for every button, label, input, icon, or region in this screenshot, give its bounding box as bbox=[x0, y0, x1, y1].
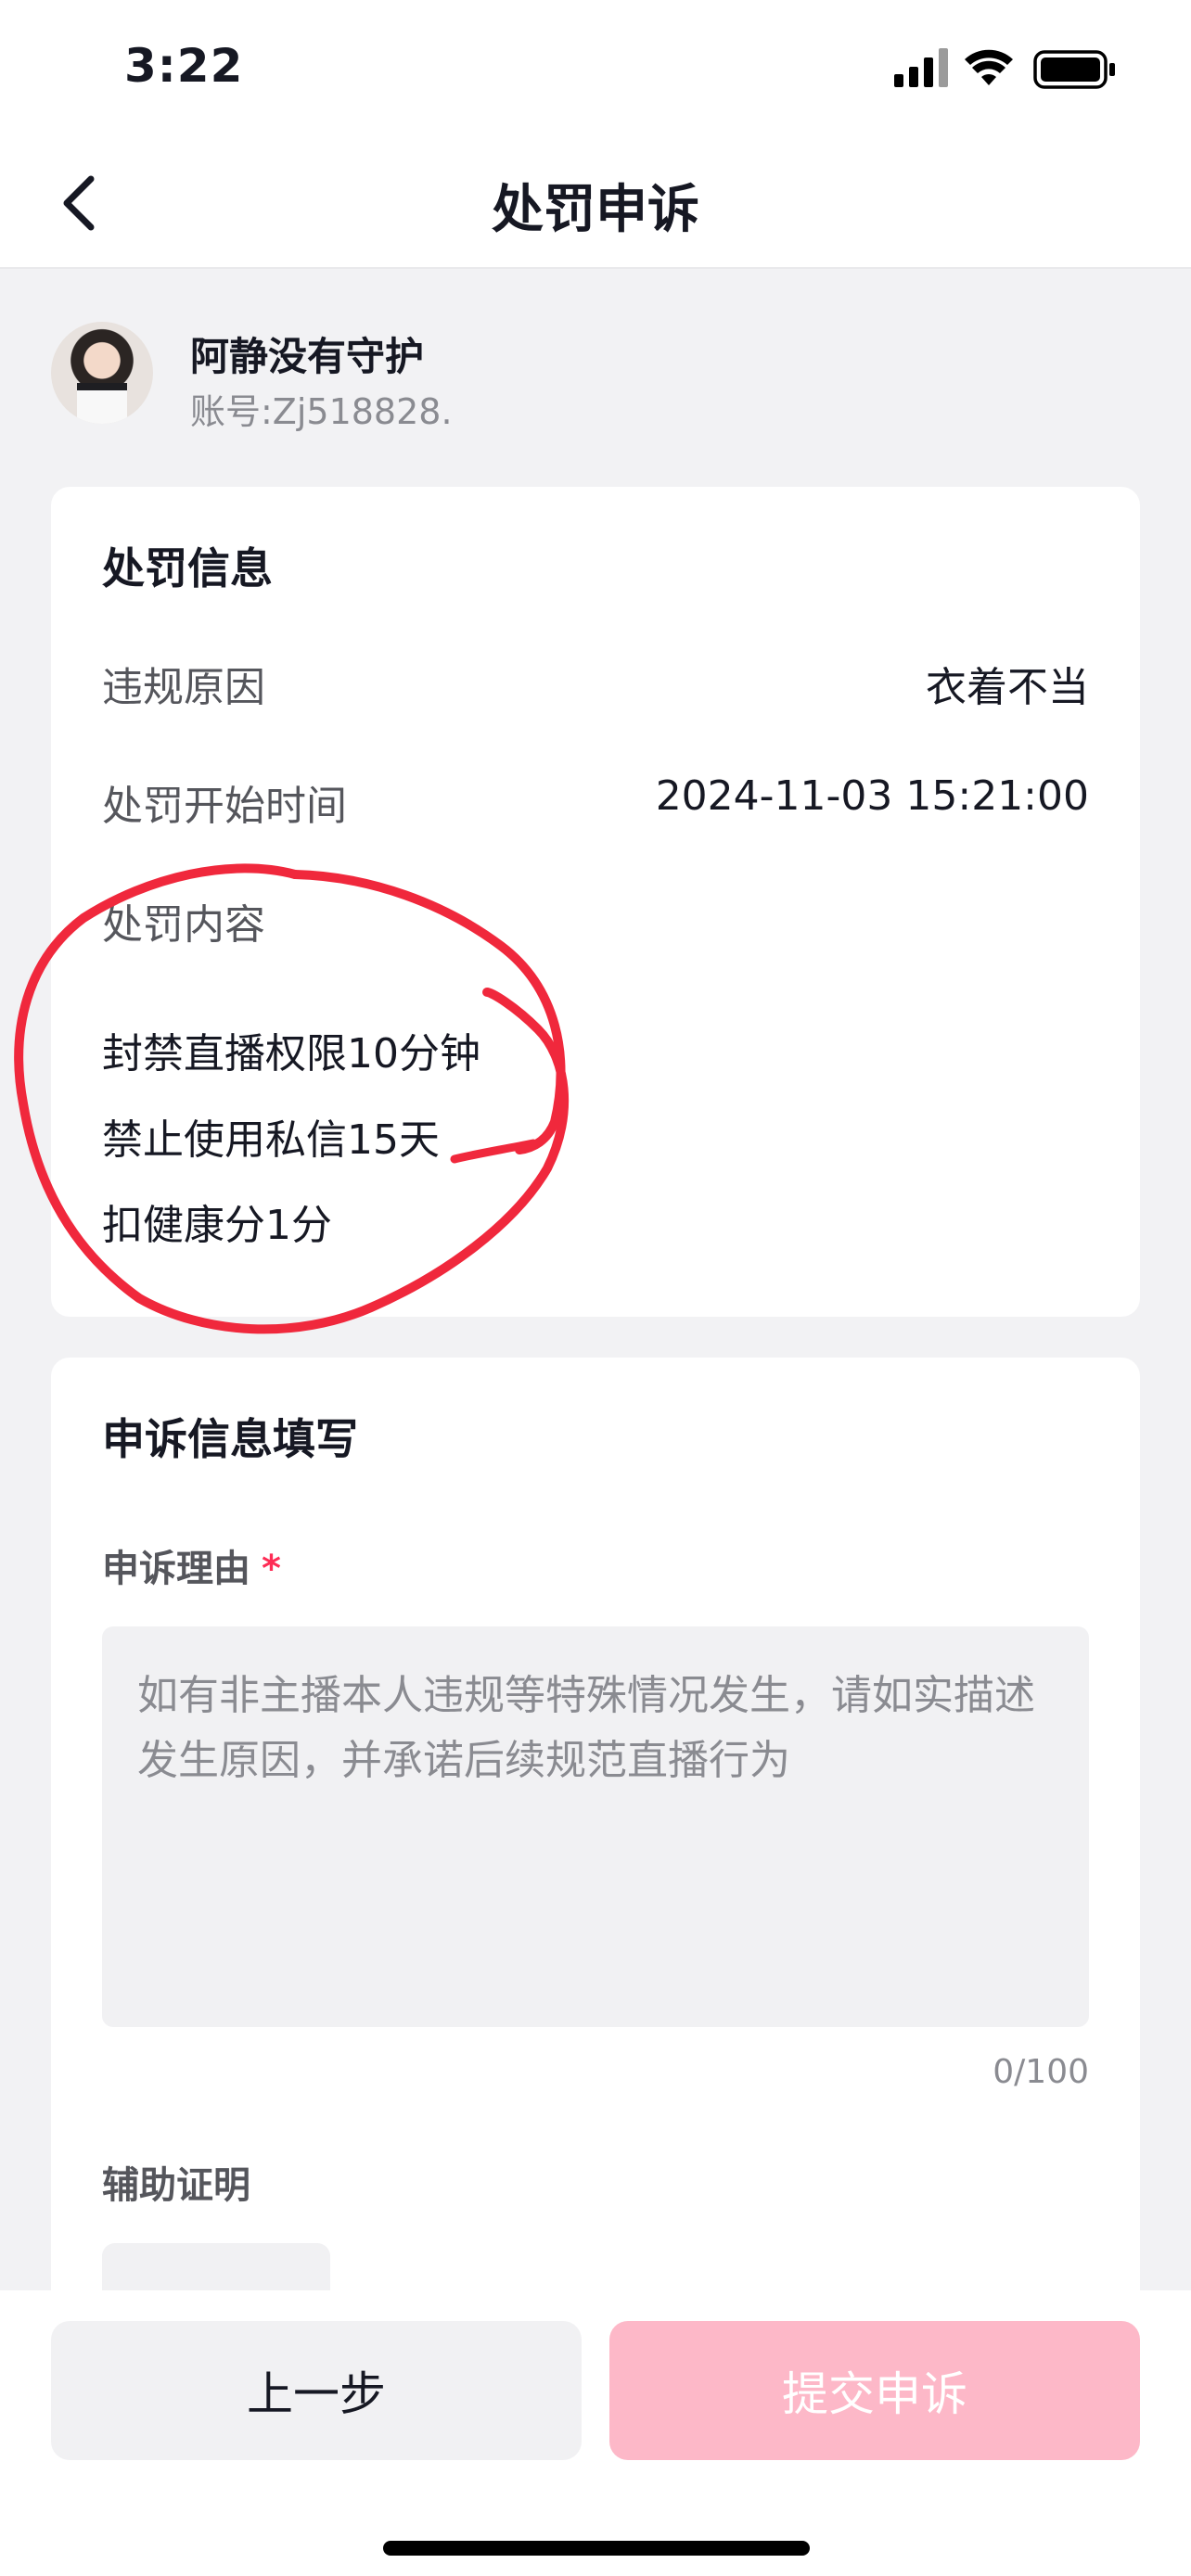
battery-icon bbox=[1033, 50, 1115, 89]
previous-step-button[interactable]: 上一步 bbox=[51, 2321, 582, 2460]
penalty-content-label: 处罚内容 bbox=[102, 901, 265, 949]
required-mark: * bbox=[262, 1548, 281, 1590]
penalty-item: 扣健康分1分 bbox=[102, 1202, 332, 1249]
penalty-item: 禁止使用私信15天 bbox=[102, 1116, 440, 1164]
bottom-action-bar: 上一步 提交申诉 bbox=[0, 2290, 1191, 2576]
cellular-signal-icon bbox=[894, 48, 948, 87]
penalty-start-value: 2024-11-03 15:21:00 bbox=[655, 772, 1089, 820]
penalty-card-title: 处罚信息 bbox=[102, 543, 273, 593]
status-time: 3:22 bbox=[124, 39, 244, 93]
upload-image-button[interactable] bbox=[102, 2243, 330, 2292]
wifi-icon bbox=[965, 49, 1013, 85]
appeal-form-card: 申诉信息填写 申诉理由 * 0/100 辅助证明 bbox=[51, 1358, 1140, 2292]
profile-account: 账号:Zj518828. bbox=[190, 391, 453, 432]
status-icons bbox=[894, 46, 1117, 89]
supporting-proof-label: 辅助证明 bbox=[102, 2164, 250, 2207]
appeal-reason-input[interactable] bbox=[102, 1626, 1089, 2027]
appeal-reason-label-text: 申诉理由 bbox=[102, 1548, 250, 1590]
page-title: 处罚申诉 bbox=[492, 180, 699, 240]
avatar bbox=[51, 322, 153, 424]
violation-reason-label: 违规原因 bbox=[102, 664, 265, 711]
home-indicator[interactable] bbox=[383, 2541, 810, 2556]
char-counter: 0/100 bbox=[992, 2053, 1089, 2091]
status-bar: 3:22 bbox=[0, 0, 1191, 134]
profile-name: 阿静没有守护 bbox=[190, 334, 425, 379]
violation-reason-value: 衣着不当 bbox=[926, 664, 1089, 711]
penalty-start-label: 处罚开始时间 bbox=[102, 783, 347, 830]
nav-bar: 处罚申诉 bbox=[0, 134, 1191, 269]
appeal-reason-label: 申诉理由 * bbox=[102, 1538, 281, 1592]
appeal-card-title: 申诉信息填写 bbox=[102, 1414, 358, 1464]
penalty-info-card: 处罚信息 违规原因 衣着不当 处罚开始时间 2024-11-03 15:21:0… bbox=[51, 487, 1140, 1317]
penalty-item: 封禁直播权限10分钟 bbox=[102, 1030, 480, 1078]
content-area[interactable]: 阿静没有守护 账号:Zj518828. 处罚信息 违规原因 衣着不当 处罚开始时… bbox=[0, 271, 1191, 2292]
submit-appeal-button[interactable]: 提交申诉 bbox=[609, 2321, 1140, 2460]
